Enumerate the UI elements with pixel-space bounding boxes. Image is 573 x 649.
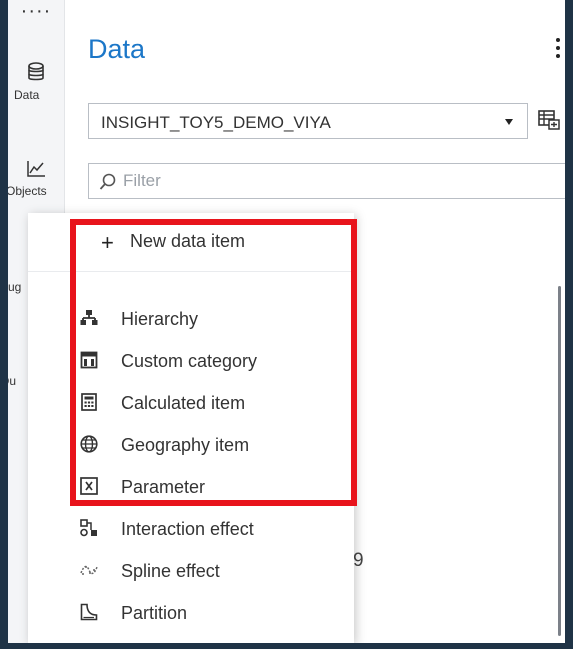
spline-effect-icon xyxy=(80,565,98,575)
filter-field[interactable] xyxy=(88,163,565,199)
menu-item-hierarchy[interactable]: Hierarchy xyxy=(28,299,354,339)
database-icon xyxy=(28,62,44,81)
rail-item-data[interactable]: Data xyxy=(8,62,64,102)
menu-item-label: Parameter xyxy=(121,477,206,497)
partition-icon xyxy=(80,603,98,621)
app-frame: ···· Data Objects Sug xyxy=(8,0,565,643)
new-data-item-button[interactable]: + New data item xyxy=(28,213,354,272)
filter-input[interactable] xyxy=(123,170,543,192)
data-table-icon[interactable] xyxy=(538,110,560,130)
menu-item-label: Custom category xyxy=(121,351,258,371)
menu-item-geography-item[interactable]: Geography item xyxy=(28,425,354,465)
new-data-item-menu: + New data item Hierarchy Custom categor… xyxy=(28,213,354,643)
chevron-down-icon xyxy=(505,119,513,125)
interaction-effect-icon xyxy=(80,519,97,537)
menu-item-calculated-item[interactable]: Calculated item xyxy=(28,383,354,423)
rail-item-label: Data xyxy=(14,88,40,102)
rail-item-objects[interactable]: Objects xyxy=(8,160,64,198)
menu-item-parameter[interactable]: Parameter xyxy=(28,467,354,507)
page-title: Data xyxy=(88,34,146,64)
plus-icon: + xyxy=(101,230,114,255)
scrollbar[interactable] xyxy=(558,286,561,636)
data-source-select[interactable]: INSIGHT_TOY5_DEMO_VIYA xyxy=(88,103,528,139)
custom-category-icon xyxy=(80,351,98,369)
menu-item-label: Partition xyxy=(121,603,188,623)
menu-item-interaction-effect[interactable]: Interaction effect xyxy=(28,509,354,549)
hierarchy-icon xyxy=(80,310,98,325)
rail-item-label: Objects xyxy=(8,184,47,198)
data-source-value: INSIGHT_TOY5_DEMO_VIYA xyxy=(101,113,331,132)
globe-icon xyxy=(80,435,98,453)
parameter-x-icon xyxy=(80,477,98,495)
menu-item-partition[interactable]: Partition xyxy=(28,593,354,633)
calculator-icon xyxy=(81,393,97,411)
rail-more-icon[interactable]: ···· xyxy=(8,1,64,21)
menu-item-label: Interaction effect xyxy=(121,519,254,539)
search-icon xyxy=(99,173,116,190)
line-chart-icon xyxy=(27,161,45,177)
background-value: 9 xyxy=(353,550,364,571)
menu-item-label: Geography item xyxy=(121,435,250,455)
pane-options-icon[interactable] xyxy=(556,38,560,62)
menu-item-spline-effect[interactable]: Spline effect xyxy=(28,551,354,591)
menu-item-label: Calculated item xyxy=(121,393,246,413)
menu-item-custom-category[interactable]: Custom category xyxy=(28,341,354,381)
menu-item-label: Spline effect xyxy=(121,561,220,581)
menu-item-label: Hierarchy xyxy=(121,309,199,329)
new-data-item-label: New data item xyxy=(130,231,246,251)
